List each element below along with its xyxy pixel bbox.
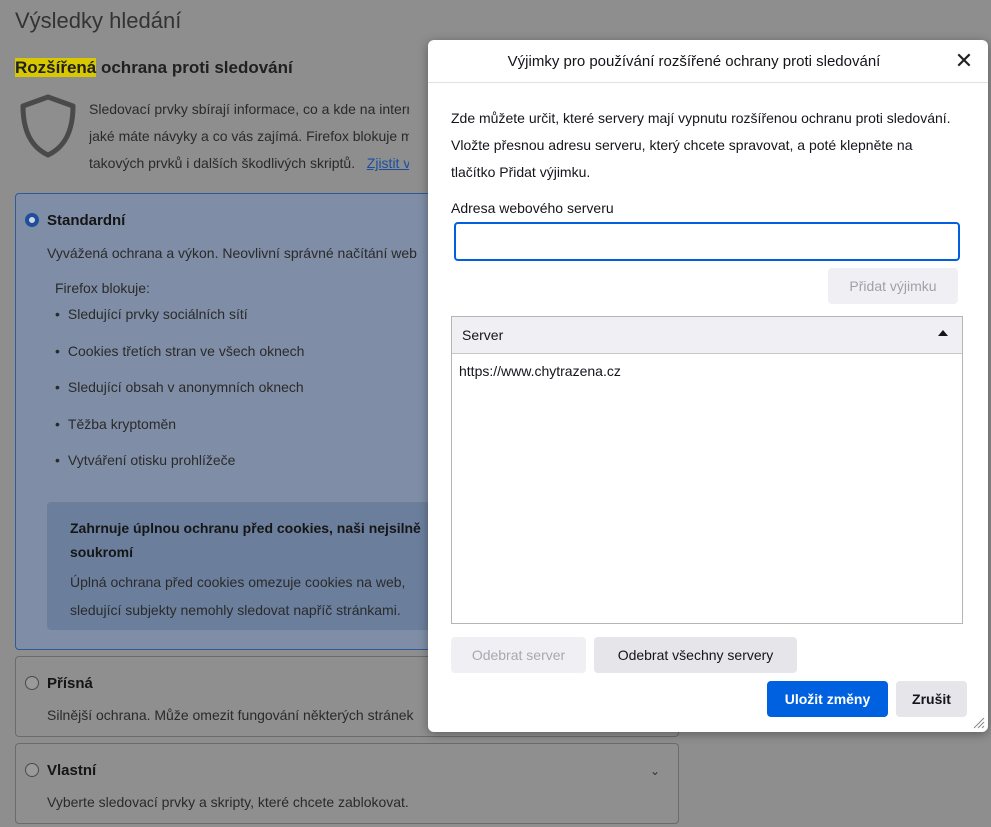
strict-description: Silnější ochrana. Může omezit fungování … bbox=[47, 707, 414, 723]
server-table: Server https://www.chytrazena.cz bbox=[451, 316, 963, 624]
page-title: Výsledky hledání bbox=[15, 8, 182, 33]
learn-more-link[interactable]: Zjistit v bbox=[367, 155, 409, 171]
cancel-button[interactable]: Zrušit bbox=[896, 681, 967, 717]
server-cell: https://www.chytrazena.cz bbox=[459, 363, 621, 379]
etp-description-line: takových prvků i dalších škodlivých skri… bbox=[89, 155, 356, 171]
etp-description-line: Sledovací prvky sbírají informace, co a … bbox=[89, 101, 409, 117]
standard-radio[interactable] bbox=[25, 213, 39, 227]
blocked-item: Vytváření otisku prohlížeče bbox=[55, 452, 304, 489]
server-address-input[interactable] bbox=[454, 222, 960, 261]
custom-title: Vlastní bbox=[47, 762, 97, 779]
dialog-title: Výjimky pro používání rozšířené ochrany … bbox=[507, 53, 881, 70]
standard-description: Vyvážená ochrana a výkon. Neovlivní sprá… bbox=[47, 245, 417, 261]
section-title-rest: ochrana proti sledování bbox=[96, 58, 293, 77]
custom-option-card[interactable]: Vlastní ⌄ Vyberte sledovací prvky a skri… bbox=[15, 743, 679, 824]
address-label: Adresa webového serveru bbox=[451, 200, 614, 216]
shield-icon bbox=[20, 94, 76, 158]
sort-ascending-icon bbox=[938, 330, 948, 336]
table-row[interactable]: https://www.chytrazena.cz bbox=[452, 354, 962, 384]
remove-server-button[interactable]: Odebrat server bbox=[451, 637, 586, 673]
custom-radio[interactable] bbox=[25, 763, 39, 777]
info-title: Zahrnuje úplnou ochranu před cookies, na… bbox=[70, 520, 421, 560]
strict-radio[interactable] bbox=[25, 676, 39, 690]
blocked-item: Sledující obsah v anonymních oknech bbox=[55, 379, 304, 416]
blocked-item: Těžba kryptoměn bbox=[55, 416, 304, 453]
blocks-label: Firefox blokuje: bbox=[55, 280, 150, 296]
add-exception-button[interactable]: Přidat výjimku bbox=[828, 268, 958, 304]
info-text: Úplná ochrana před cookies omezuje cooki… bbox=[70, 574, 406, 618]
blocked-item: Cookies třetích stran ve všech oknech bbox=[55, 343, 305, 380]
strict-title: Přísná bbox=[47, 675, 93, 692]
exceptions-dialog: Výjimky pro používání rozšířené ochrany … bbox=[428, 40, 988, 732]
blocked-items-list: Sledující prvky sociálních sítí Cookies … bbox=[55, 306, 305, 489]
search-highlight: Rozšířená bbox=[15, 58, 97, 77]
resize-grip-icon[interactable] bbox=[971, 715, 985, 729]
column-header-label: Server bbox=[462, 327, 504, 343]
dialog-header: Výjimky pro používání rozšířené ochrany … bbox=[428, 40, 988, 83]
custom-description: Vyberte sledovací prvky a skripty, které… bbox=[47, 794, 409, 810]
server-column-header[interactable]: Server bbox=[452, 317, 962, 354]
blocked-item: Sledující prvky sociálních sítí bbox=[55, 306, 304, 343]
save-changes-button[interactable]: Uložit změny bbox=[767, 681, 888, 717]
dialog-intro: Zde můžete určit, které servery mají vyp… bbox=[451, 110, 951, 180]
etp-description: Sledovací prvky sbírají informace, co a … bbox=[89, 96, 409, 177]
section-title: Rozšířená ochrana proti sledování bbox=[15, 58, 293, 78]
etp-description-line: jaké máte návyky a co vás zajímá. Firefo… bbox=[89, 128, 409, 144]
chevron-down-icon[interactable]: ⌄ bbox=[650, 764, 660, 778]
standard-title: Standardní bbox=[47, 212, 126, 229]
remove-all-servers-button[interactable]: Odebrat všechny servery bbox=[594, 637, 797, 673]
close-icon[interactable]: ✕ bbox=[954, 50, 974, 72]
